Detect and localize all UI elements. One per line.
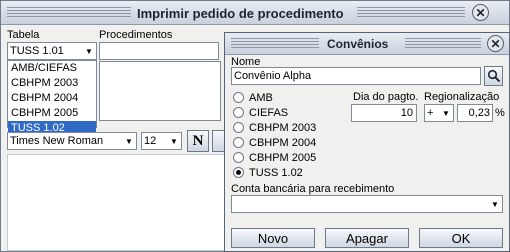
procedimentos-label: Procedimentos bbox=[99, 29, 173, 41]
convenios-dialog: Convênios ✕ Nome Convênio Alpha AMB CIEF… bbox=[224, 32, 510, 252]
dia-pagto-value: 10 bbox=[400, 107, 413, 119]
dia-pagto-field[interactable]: 10 bbox=[351, 104, 417, 122]
bold-button-label: N bbox=[192, 132, 204, 149]
radio-cbhpm-2004[interactable] bbox=[233, 137, 244, 148]
titlebar-grip bbox=[7, 7, 131, 19]
procedimentos-field[interactable] bbox=[99, 42, 219, 60]
apagar-button[interactable]: Apagar bbox=[325, 228, 409, 248]
font-name-dropdown[interactable]: Times New Roman ▼ bbox=[7, 132, 137, 150]
radio-label: CBHPM 2005 bbox=[249, 152, 317, 164]
close-icon: ✕ bbox=[475, 5, 486, 20]
regionalizacao-field[interactable]: 0,23 bbox=[457, 104, 493, 122]
chevron-down-icon[interactable]: ▼ bbox=[122, 133, 136, 149]
conta-bancaria-label: Conta bancária para recebimento bbox=[231, 183, 395, 195]
radio-label: CIEFAS bbox=[249, 107, 289, 119]
radio-amb[interactable] bbox=[233, 92, 244, 103]
dia-pagto-label: Dia do pagto. bbox=[353, 91, 419, 103]
tabela-dropdown[interactable]: TUSS 1.01 ▼ bbox=[7, 42, 97, 60]
radio-label: TUSS 1.02 bbox=[249, 167, 303, 179]
tabela-option[interactable]: AMB/CIEFAS bbox=[8, 61, 96, 76]
regionalizacao-value: 0,23 bbox=[468, 107, 490, 119]
radio-cbhpm-2003[interactable] bbox=[233, 122, 244, 133]
radio-label: AMB bbox=[249, 92, 273, 104]
radio-label: CBHPM 2003 bbox=[249, 122, 317, 134]
tabela-option[interactable]: CBHPM 2003 bbox=[8, 76, 96, 91]
titlebar-grip bbox=[231, 38, 319, 50]
percent-symbol: % bbox=[495, 107, 505, 119]
ok-button-label: OK bbox=[451, 230, 471, 246]
dialog-titlebar: Convênios ✕ bbox=[225, 33, 509, 55]
dialog-title: Convênios bbox=[327, 37, 389, 51]
tabela-options-list: AMB/CIEFAS CBHPM 2003 CBHPM 2004 CBHPM 2… bbox=[7, 60, 97, 136]
back-window-titlebar: Imprimir pedido de procedimento ✕ bbox=[1, 1, 509, 25]
regionalizacao-sign-dropdown[interactable]: + ▼ bbox=[424, 104, 454, 122]
novo-button-label: Novo bbox=[257, 230, 289, 246]
apagar-button-label: Apagar bbox=[346, 230, 388, 246]
radio-cbhpm-2005[interactable] bbox=[233, 152, 244, 163]
nome-value: Convênio Alpha bbox=[234, 70, 312, 82]
ok-button[interactable]: OK bbox=[419, 228, 503, 248]
radio-label: CBHPM 2004 bbox=[249, 137, 317, 149]
tabela-label: Tabela bbox=[7, 29, 40, 41]
close-icon: ✕ bbox=[490, 36, 501, 51]
radio-ciefas[interactable] bbox=[233, 107, 244, 118]
conta-bancaria-dropdown[interactable]: ▼ bbox=[231, 195, 503, 213]
titlebar-grip bbox=[357, 7, 465, 19]
search-button[interactable] bbox=[484, 66, 503, 86]
chevron-down-icon[interactable]: ▼ bbox=[439, 105, 453, 121]
procedimentos-list[interactable] bbox=[99, 61, 221, 121]
chevron-down-icon[interactable]: ▼ bbox=[167, 133, 181, 149]
tabela-option[interactable]: CBHPM 2005 bbox=[8, 106, 96, 121]
search-icon bbox=[487, 69, 500, 83]
regionalizacao-label: Regionalização bbox=[424, 91, 500, 103]
font-size-dropdown[interactable]: 12 ▼ bbox=[141, 132, 182, 150]
titlebar-grip bbox=[405, 38, 481, 50]
back-window-title: Imprimir pedido de procedimento bbox=[137, 6, 344, 21]
editor-area[interactable] bbox=[7, 154, 227, 251]
nome-field[interactable]: Convênio Alpha bbox=[231, 67, 481, 85]
chevron-down-icon[interactable]: ▼ bbox=[488, 196, 502, 212]
tabela-option[interactable]: CBHPM 2004 bbox=[8, 91, 96, 106]
bold-button[interactable]: N bbox=[187, 130, 209, 152]
back-window-close-button[interactable]: ✕ bbox=[472, 4, 489, 21]
font-name-value: Times New Roman bbox=[10, 135, 104, 147]
novo-button[interactable]: Novo bbox=[231, 228, 315, 248]
radio-tuss-1-02[interactable] bbox=[233, 167, 244, 178]
chevron-down-icon[interactable]: ▼ bbox=[82, 43, 96, 59]
dialog-close-button[interactable]: ✕ bbox=[487, 35, 504, 52]
